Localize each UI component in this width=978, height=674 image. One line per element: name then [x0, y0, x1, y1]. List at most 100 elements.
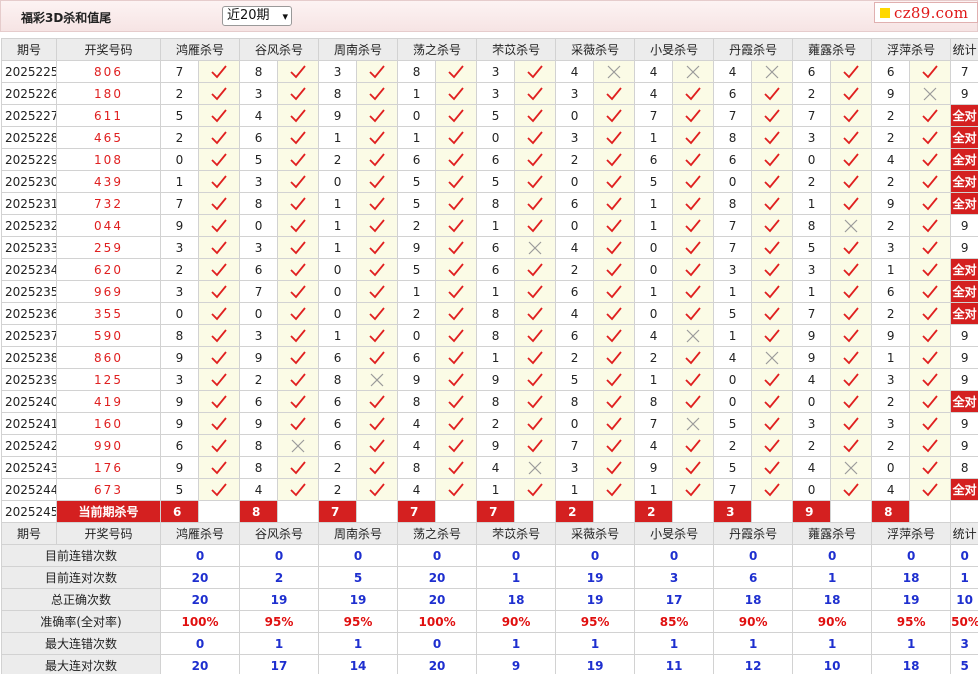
check-icon	[290, 394, 306, 408]
stats-value: 90%	[792, 610, 873, 633]
kill-result	[830, 82, 873, 105]
kill-result	[593, 434, 636, 457]
issue-cell: 2025236	[1, 302, 57, 325]
draw-number: 465	[56, 126, 161, 149]
kill-result	[435, 60, 478, 83]
stats-value: 10	[792, 654, 873, 674]
check-icon	[290, 130, 306, 144]
kill-result	[909, 258, 952, 281]
check-icon	[606, 284, 622, 298]
kill-number: 3	[871, 412, 911, 435]
stats-value: 18	[476, 588, 557, 611]
kill-number: 0	[160, 148, 199, 171]
kill-result	[751, 390, 794, 413]
check-icon	[448, 482, 464, 496]
kill-number: 6	[239, 390, 279, 413]
kill-number: 8	[397, 60, 437, 83]
kill-result	[435, 170, 478, 193]
kill-result	[514, 280, 557, 303]
kill-result	[356, 258, 399, 281]
check-icon	[448, 460, 464, 474]
kill-result	[277, 82, 320, 105]
current-issue: 2025245	[1, 500, 57, 523]
kill-number: 7	[713, 236, 753, 259]
kill-result	[830, 368, 873, 391]
draw-number: 176	[56, 456, 161, 479]
stats-value: 18	[792, 588, 873, 611]
kill-result	[435, 126, 478, 149]
kill-result	[593, 60, 636, 83]
kill-number: 9	[397, 236, 437, 259]
check-icon	[448, 196, 464, 210]
check-icon	[290, 460, 306, 474]
kill-number: 6	[555, 192, 595, 215]
check-icon	[606, 130, 622, 144]
kill-result	[197, 82, 241, 105]
kill-result	[909, 412, 952, 435]
kill-result	[593, 170, 636, 193]
kill-number: 8	[713, 126, 753, 149]
kill-number: 2	[160, 126, 199, 149]
stat-cell: 9	[950, 214, 978, 237]
header-expert: 鸿雁杀号	[159, 522, 241, 545]
logo-square-icon	[880, 8, 890, 18]
kill-number: 3	[871, 236, 911, 259]
stats-value: 0	[239, 544, 320, 567]
kill-number: 0	[555, 412, 595, 435]
kill-result	[356, 346, 399, 369]
kill-result	[672, 236, 715, 259]
kill-number: 8	[239, 192, 279, 215]
kill-result	[593, 478, 636, 501]
draw-number: 259	[56, 236, 161, 259]
kill-number: 7	[239, 280, 279, 303]
kill-result	[356, 324, 399, 347]
kill-result	[197, 126, 241, 149]
kill-result	[672, 82, 715, 105]
header-issue: 期号	[1, 522, 57, 545]
stats-row: 目前连对次数 20 2 5 20 1 19 3 6 1 18 1	[1, 566, 978, 589]
stats-value: 3	[950, 632, 978, 655]
check-icon	[211, 86, 227, 100]
site-logo[interactable]: cz89.com	[874, 2, 978, 23]
stats-value: 10	[950, 588, 978, 611]
kill-number: 6	[871, 60, 911, 83]
header-expert: 谷风杀号	[239, 522, 320, 545]
check-icon	[843, 416, 859, 430]
header-expert: 芣苡杀号	[476, 38, 557, 61]
issue-cell: 2025225	[1, 60, 57, 83]
kill-number: 1	[555, 478, 595, 501]
kill-number: 1	[871, 346, 911, 369]
kill-number: 0	[713, 170, 753, 193]
header-issue: 期号	[1, 38, 57, 61]
kill-result	[830, 390, 873, 413]
check-icon	[211, 108, 227, 122]
kill-result	[751, 346, 794, 369]
table-row: 2025229 108 0 5 2 6 6 2 6 6 0 4 全对	[1, 148, 978, 171]
kill-number: 4	[792, 456, 832, 479]
page-title: 福彩3D杀和值尾	[21, 11, 112, 25]
kill-number: 6	[397, 148, 437, 171]
kill-result	[593, 258, 636, 281]
kill-number: 6	[792, 60, 832, 83]
kill-result	[197, 456, 241, 479]
draw-number: 611	[56, 104, 161, 127]
kill-result	[830, 214, 873, 237]
period-select[interactable]: 近20期 ▾	[222, 6, 292, 26]
kill-result	[672, 412, 715, 435]
header-expert: 周南杀号	[318, 522, 399, 545]
kill-number: 1	[318, 324, 358, 347]
kill-number: 9	[239, 412, 279, 435]
check-icon	[606, 86, 622, 100]
stats-value: 1	[792, 632, 873, 655]
kill-number: 4	[713, 346, 753, 369]
kill-number: 7	[713, 104, 753, 127]
kill-number: 8	[397, 456, 437, 479]
kill-number: 3	[792, 412, 832, 435]
kill-number: 7	[634, 104, 674, 127]
kill-result	[830, 236, 873, 259]
stat-cell: 全对	[950, 192, 978, 215]
check-icon	[290, 262, 306, 276]
kill-number: 7	[713, 478, 753, 501]
kill-result	[830, 192, 873, 215]
kill-result	[593, 148, 636, 171]
